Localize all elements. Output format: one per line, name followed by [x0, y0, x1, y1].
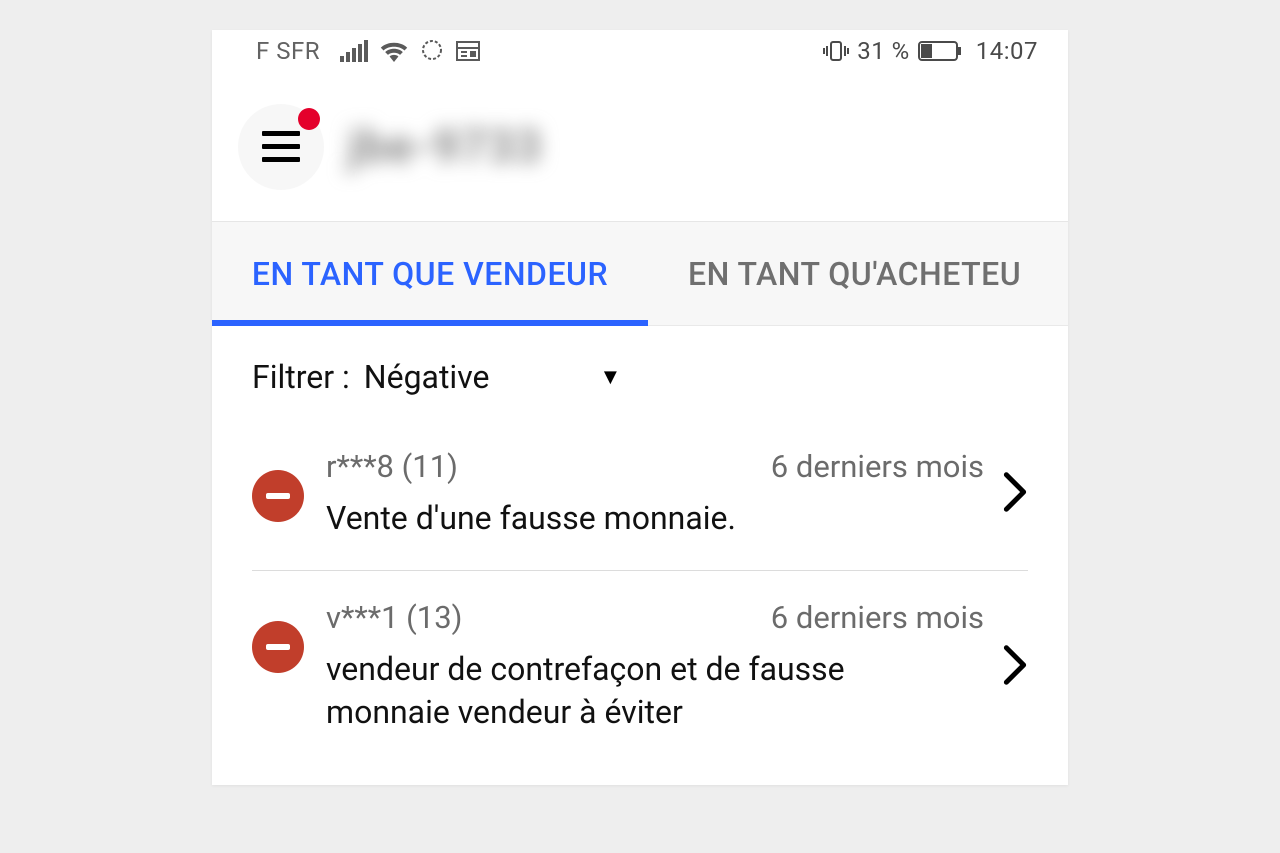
chevron-right-icon [1002, 471, 1028, 517]
feedback-item[interactable]: v***1 (13) 6 derniers mois vendeur de co… [252, 571, 1028, 764]
clock-label: 14:07 [976, 37, 1038, 65]
feedback-topline: r***8 (11) 6 derniers mois [326, 448, 984, 485]
feedback-body: v***1 (13) 6 derniers mois vendeur de co… [326, 599, 984, 734]
feedback-item[interactable]: r***8 (11) 6 derniers mois Vente d'une f… [252, 420, 1028, 571]
filter-dropdown[interactable]: Filtrer : Négative ▼ [212, 326, 1068, 420]
battery-icon [918, 41, 962, 61]
feedback-comment: Vente d'une fausse monnaie. [326, 497, 966, 540]
tab-seller[interactable]: EN TANT QUE VENDEUR [212, 222, 648, 325]
chevron-right-icon [1002, 644, 1028, 690]
feedback-comment: vendeur de contrefaçon et de fausse monn… [326, 648, 966, 734]
feedback-list: r***8 (11) 6 derniers mois Vente d'une f… [212, 420, 1068, 785]
status-right: 31 % 14:07 [823, 37, 1038, 65]
feedback-timeframe: 6 derniers mois [771, 599, 984, 636]
news-icon [456, 40, 480, 62]
status-bar: F SFR [212, 30, 1068, 72]
tabs: EN TANT QUE VENDEUR EN TANT QU'ACHETEU [212, 222, 1068, 326]
feedback-user: v***1 (13) [326, 599, 462, 636]
hamburger-icon [262, 131, 300, 162]
vibrate-icon [823, 40, 849, 62]
app-header: jbe-9733 [212, 72, 1068, 222]
filter-value: Négative [364, 358, 490, 396]
phone-screen: F SFR [212, 30, 1068, 785]
menu-button[interactable] [238, 104, 324, 190]
chevron-down-icon: ▼ [599, 364, 621, 390]
feedback-timeframe: 6 derniers mois [771, 448, 984, 485]
username-blurred: jbe-9733 [348, 120, 542, 174]
negative-icon [252, 470, 304, 522]
tab-buyer[interactable]: EN TANT QU'ACHETEU [648, 222, 1068, 325]
battery-percent: 31 % [857, 37, 910, 65]
feedback-topline: v***1 (13) 6 derniers mois [326, 599, 984, 636]
negative-icon [252, 621, 304, 673]
carrier-label: F SFR [256, 37, 320, 65]
feedback-body: r***8 (11) 6 derniers mois Vente d'une f… [326, 448, 984, 540]
filter-label: Filtrer : [252, 358, 350, 396]
tab-seller-label: EN TANT QUE VENDEUR [252, 255, 608, 293]
signal-icon [340, 40, 368, 62]
feedback-user: r***8 (11) [326, 448, 458, 485]
notification-dot-icon [298, 108, 320, 130]
chat-icon [420, 40, 444, 62]
wifi-icon [380, 40, 408, 62]
status-left: F SFR [256, 37, 480, 65]
tab-buyer-label: EN TANT QU'ACHETEU [688, 255, 1021, 293]
